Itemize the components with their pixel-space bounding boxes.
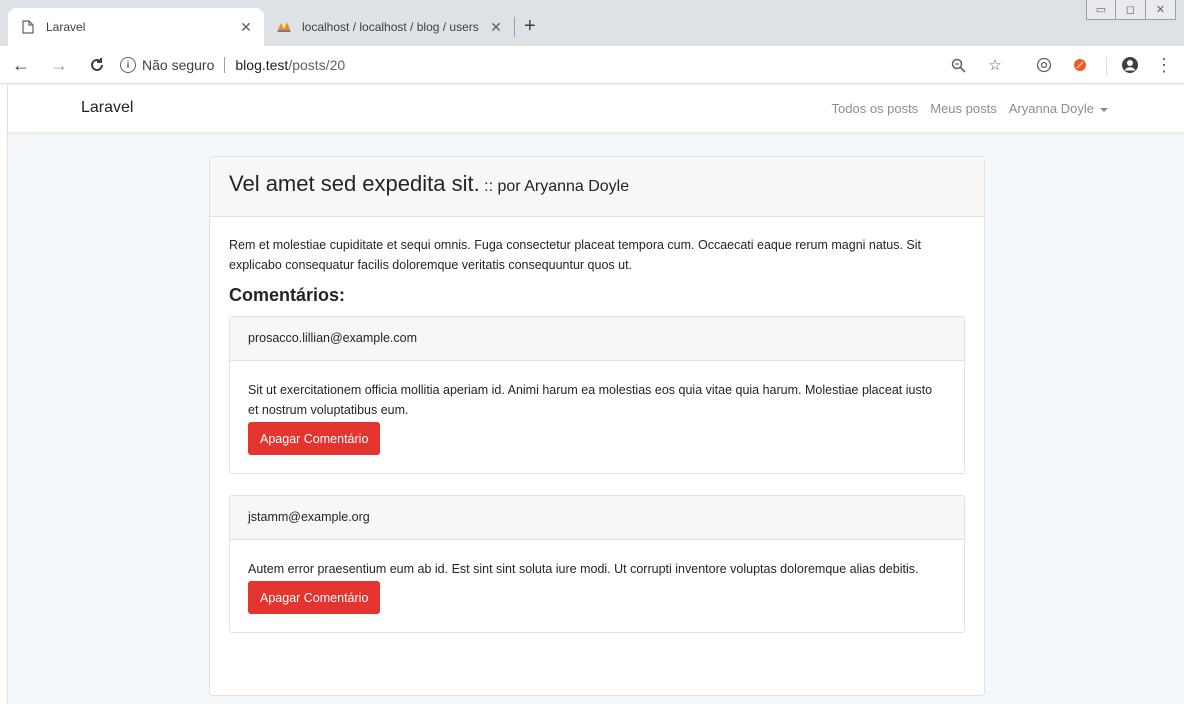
tab-phpmyadmin[interactable]: localhost / localhost / blog / users ✕: [264, 8, 514, 46]
close-tab-icon[interactable]: ✕: [238, 19, 254, 36]
tab-title: Laravel: [46, 20, 86, 34]
close-tab-icon[interactable]: ✕: [488, 19, 504, 36]
phpmyadmin-icon: [276, 19, 292, 35]
user-dropdown[interactable]: Aryanna Doyle: [1009, 101, 1108, 116]
zoom-icon[interactable]: [948, 55, 968, 75]
nav-link-all-posts[interactable]: Todos os posts: [832, 101, 919, 116]
address-bar[interactable]: i Não seguro blog.test/posts/20: [120, 51, 1030, 79]
info-icon[interactable]: i: [120, 57, 136, 73]
new-tab-button[interactable]: +: [524, 14, 536, 38]
comment-text: Autem error praesentium eum ab id. Est s…: [248, 562, 919, 576]
comment-body: Sit ut exercitationem officia mollitia a…: [230, 361, 964, 473]
menu-kebab-icon[interactable]: ⋮: [1154, 55, 1174, 75]
comment-card: prosacco.lillian@example.com Sit ut exer…: [229, 316, 965, 474]
post-card: Vel amet sed expedita sit. :: por Aryann…: [209, 156, 985, 696]
byline-separator: ::: [484, 178, 494, 195]
back-icon[interactable]: ←: [10, 54, 32, 76]
delete-comment-button[interactable]: Apagar Comentário: [248, 422, 381, 455]
tab-divider: [514, 17, 515, 37]
bookmark-star-icon[interactable]: ☆: [985, 55, 1005, 75]
post-author: Aryanna Doyle: [524, 178, 630, 195]
post-byline: :: por Aryanna Doyle: [484, 178, 629, 195]
security-label: Não seguro: [142, 57, 215, 73]
minimize-icon[interactable]: ▭: [1086, 0, 1116, 20]
comment-body: Autem error praesentium eum ab id. Est s…: [230, 540, 964, 632]
maximize-icon[interactable]: ◻: [1116, 0, 1146, 20]
browser-tab-bar: Laravel ✕ localhost / localhost / blog /…: [0, 0, 1184, 46]
caret-down-icon: [1100, 107, 1108, 112]
comments-heading: Comentários:: [229, 285, 346, 305]
brand-link[interactable]: Laravel: [81, 99, 133, 117]
post-body-section: Rem et molestiae cupiditate et sequi omn…: [210, 217, 984, 672]
window-controls: ▭ ◻ ✕: [1086, 0, 1176, 20]
forward-icon[interactable]: →: [48, 54, 70, 76]
post-title: Vel amet sed expedita sit.: [229, 171, 480, 196]
page-icon: [20, 19, 36, 35]
reload-icon[interactable]: [86, 54, 108, 76]
toolbar-divider: [1106, 57, 1107, 75]
comment-author-email: jstamm@example.org: [230, 496, 964, 540]
browser-toolbar: ← → i Não seguro blog.test/posts/20 ☆ ⋮: [0, 46, 1184, 84]
extension-icon[interactable]: [1034, 55, 1054, 75]
window-close-icon[interactable]: ✕: [1146, 0, 1176, 20]
comment-author-email: prosacco.lillian@example.com: [230, 317, 964, 361]
user-name: Aryanna Doyle: [1008, 101, 1094, 116]
nav-links: Todos os posts Meus posts Aryanna Doyle: [832, 101, 1108, 116]
address-divider: [224, 57, 226, 73]
comment-text: Sit ut exercitationem officia mollitia a…: [248, 383, 933, 417]
left-rail: [0, 85, 8, 704]
nav-link-my-posts[interactable]: Meus posts: [930, 101, 996, 116]
tab-laravel[interactable]: Laravel ✕: [8, 8, 264, 46]
app-navbar: Laravel Todos os posts Meus posts Aryann…: [8, 85, 1184, 133]
tab-title: localhost / localhost / blog / users: [302, 20, 479, 34]
post-body: Rem et molestiae cupiditate et sequi omn…: [229, 238, 922, 272]
delete-comment-button[interactable]: Apagar Comentário: [248, 581, 381, 614]
byline-prefix: por: [497, 178, 521, 195]
extension-fire-icon[interactable]: [1070, 55, 1090, 75]
url-host: blog.test: [235, 57, 289, 73]
url-path: /posts/20: [288, 57, 346, 73]
profile-icon[interactable]: [1120, 55, 1140, 75]
post-header: Vel amet sed expedita sit. :: por Aryann…: [210, 157, 984, 217]
comment-card: jstamm@example.org Autem error praesenti…: [229, 495, 965, 633]
